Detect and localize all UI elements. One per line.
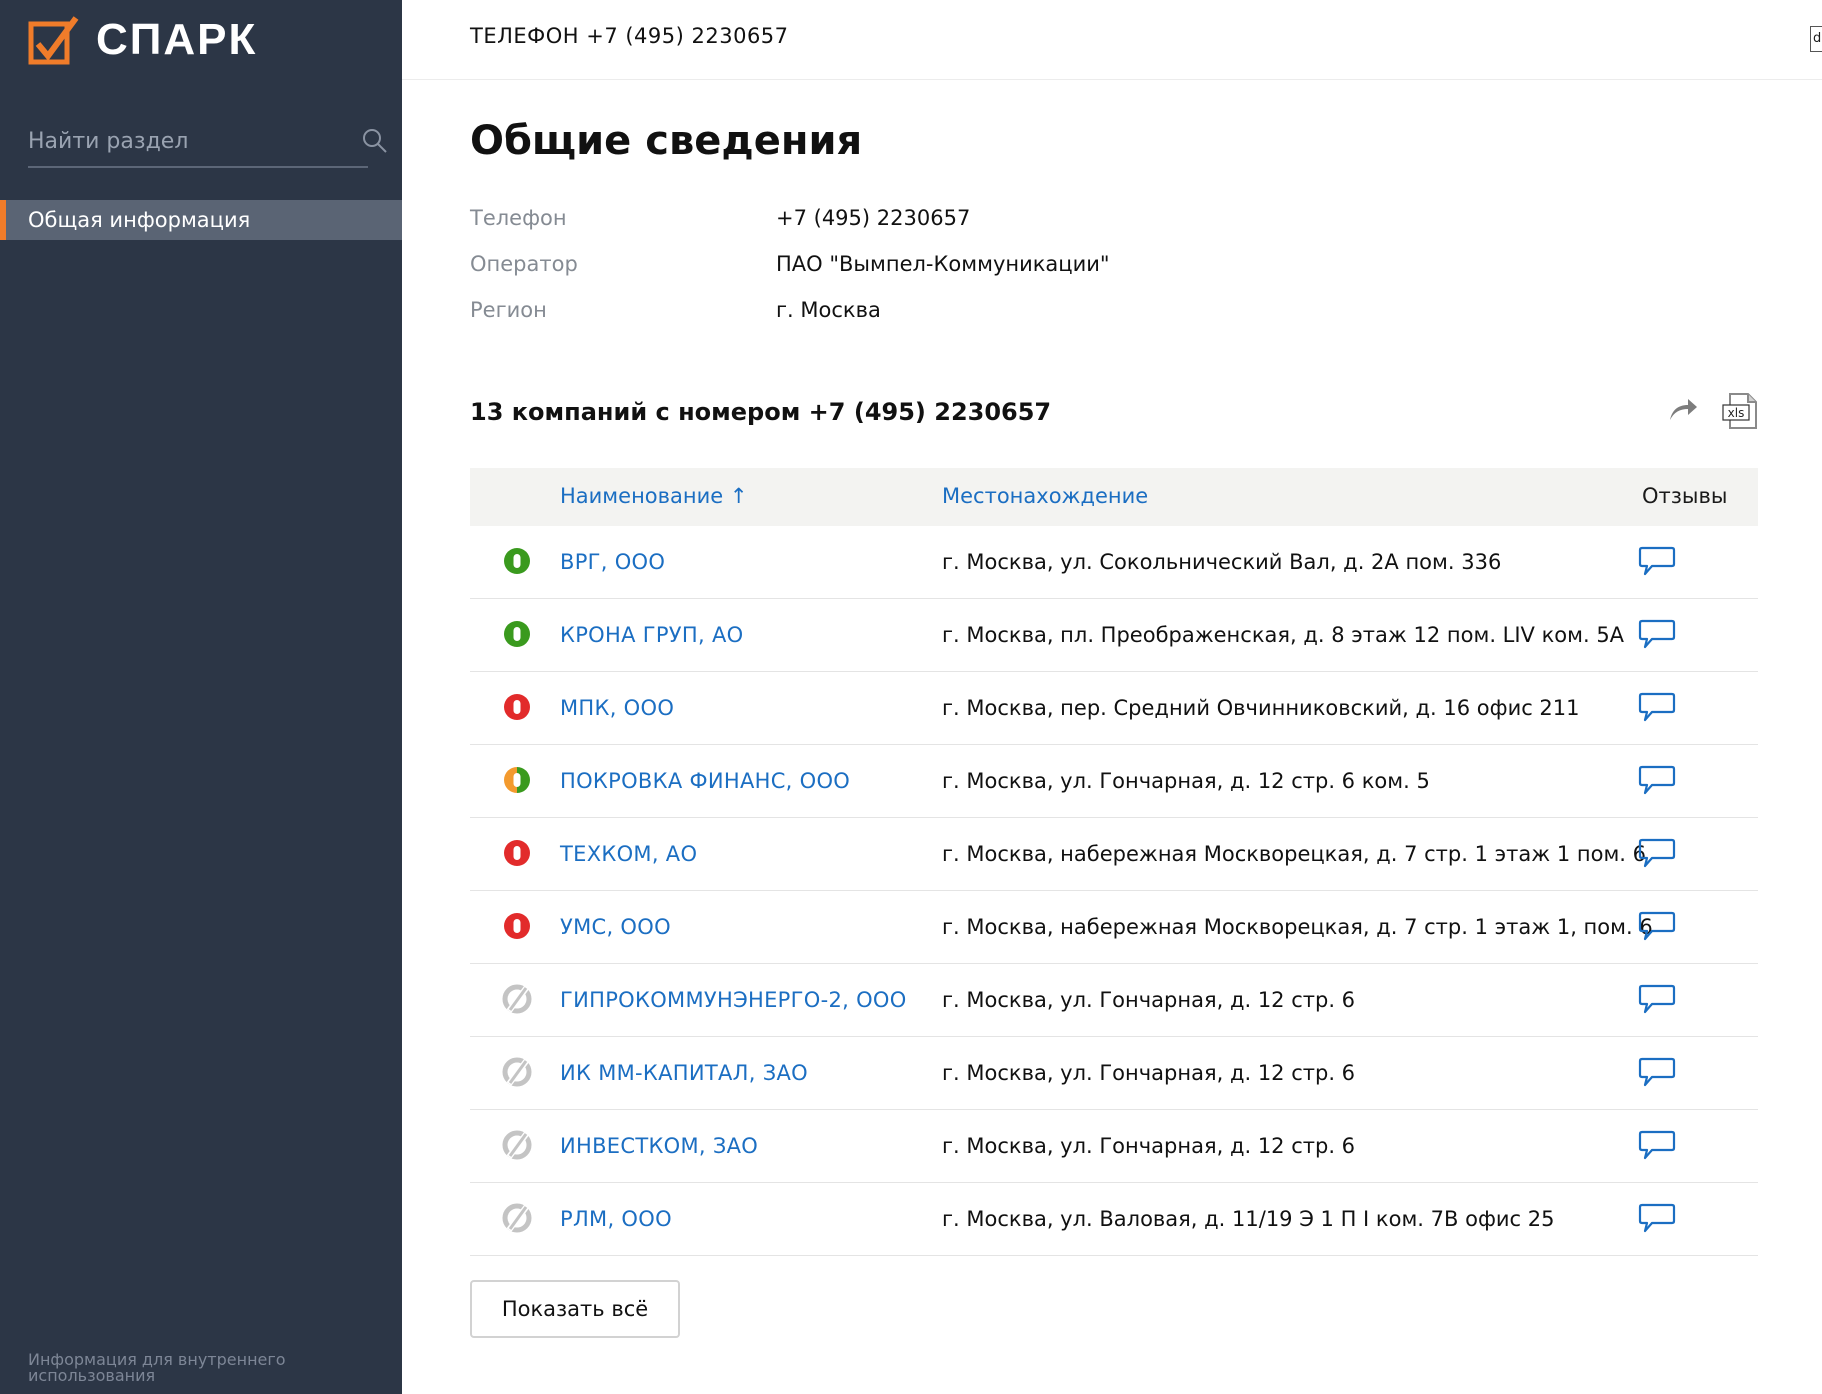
reviews-icon[interactable]: [1638, 1128, 1676, 1162]
show-all-button[interactable]: Показать всё: [470, 1280, 680, 1338]
xls-label: xls: [1728, 406, 1745, 420]
status-indicator-icon: [504, 913, 530, 939]
table-row: ТЕХКОМ, АО г. Москва, набережная Москворе…: [470, 818, 1758, 891]
table-row: КРОНА ГРУП, АО г. Москва, пл. Преображенс…: [470, 599, 1758, 672]
logo-mark-icon: [28, 16, 79, 65]
info-label: Телефон: [470, 206, 567, 230]
reviews-icon[interactable]: [1638, 617, 1676, 651]
company-name-link[interactable]: ИНВЕСТКОМ, ЗАО: [560, 1134, 758, 1158]
company-name-link[interactable]: УМС, ООО: [560, 915, 671, 939]
info-row-region: Регион г. Москва: [470, 298, 1170, 330]
company-name-link[interactable]: ПОКРОВКА ФИНАНС, ООО: [560, 769, 850, 793]
column-header-reviews: Отзывы: [1642, 484, 1728, 508]
logo-text: СПАРК: [96, 15, 258, 64]
company-location: г. Москва, ул. Валовая, д. 11/19 Э 1 П I…: [942, 1207, 1555, 1231]
company-location: г. Москва, пл. Преображенская, д. 8 этаж…: [942, 623, 1625, 647]
sidebar: СПАРК Общая информация Информация для вн…: [0, 0, 402, 1394]
xls-file-icon: xls: [1722, 393, 1757, 429]
header-mini-button[interactable]: d: [1810, 26, 1822, 52]
company-name-link[interactable]: ВРГ, ООО: [560, 550, 665, 574]
info-row-phone: Телефон +7 (495) 2230657: [470, 206, 1170, 238]
companies-table: Наименование ↑ Местонахождение Отзывы ВР…: [470, 468, 1758, 1256]
status-indicator-icon: [502, 984, 532, 1014]
status-indicator-icon: [504, 840, 530, 866]
info-value: ПАО "Вымпел-Коммуникации": [776, 252, 1110, 276]
search-icon[interactable]: [360, 126, 390, 156]
page-title: Общие сведения: [470, 118, 863, 164]
company-location: г. Москва, набережная Москворецкая, д. 7…: [942, 842, 1647, 866]
table-row: ИНВЕСТКОМ, ЗАО г. Москва, ул. Гончарная, …: [470, 1110, 1758, 1183]
reviews-icon[interactable]: [1638, 1055, 1676, 1089]
company-location: г. Москва, ул. Гончарная, д. 12 стр. 6: [942, 1061, 1356, 1085]
info-value: г. Москва: [776, 298, 881, 322]
export-xls-button[interactable]: xls: [1722, 392, 1758, 430]
table-row: ИК ММ-КАПИТАЛ, ЗАО г. Москва, ул. Гончарн…: [470, 1037, 1758, 1110]
column-header-location[interactable]: Местонахождение: [942, 484, 1148, 508]
sidebar-item-label: Общая информация: [28, 208, 251, 232]
status-indicator-icon: [502, 1203, 532, 1233]
share-icon[interactable]: [1666, 394, 1700, 424]
reviews-icon[interactable]: [1638, 1201, 1676, 1235]
company-location: г. Москва, ул. Гончарная, д. 12 стр. 6 к…: [942, 769, 1430, 793]
status-indicator-icon: [504, 621, 530, 647]
table-row: МПК, ООО г. Москва, пер. Средний Овчинник…: [470, 672, 1758, 745]
company-name-link[interactable]: РЛМ, ООО: [560, 1207, 672, 1231]
header-title: ТЕЛЕФОН +7 (495) 2230657: [470, 24, 789, 48]
table-row: ВРГ, ООО г. Москва, ул. Сокольнический Ва…: [470, 526, 1758, 599]
status-indicator-icon: [504, 694, 530, 720]
status-indicator-icon: [504, 767, 530, 793]
reviews-icon[interactable]: [1638, 690, 1676, 724]
reviews-icon[interactable]: [1638, 836, 1676, 870]
table-row: ГИПРОКОММУНЭНЕРГО-2, ООО г. Москва, ул. Г…: [470, 964, 1758, 1037]
company-name-link[interactable]: ИК ММ-КАПИТАЛ, ЗАО: [560, 1061, 808, 1085]
company-location: г. Москва, набережная Москворецкая, д. 7…: [942, 915, 1653, 939]
company-name-link[interactable]: ГИПРОКОММУНЭНЕРГО-2, ООО: [560, 988, 907, 1012]
table-row: УМС, ООО г. Москва, набережная Москворецк…: [470, 891, 1758, 964]
company-name-link[interactable]: МПК, ООО: [560, 696, 674, 720]
footer-note: Информация для внутреннего использования: [28, 1350, 286, 1385]
info-label: Оператор: [470, 252, 578, 276]
companies-title: 13 компаний с номером +7 (495) 2230657: [470, 398, 1052, 426]
logo[interactable]: СПАРК: [28, 10, 257, 70]
sidebar-item-general-info[interactable]: Общая информация: [0, 200, 402, 240]
status-indicator-icon: [502, 1130, 532, 1160]
reviews-icon[interactable]: [1638, 763, 1676, 797]
info-label: Регион: [470, 298, 547, 322]
reviews-icon[interactable]: [1638, 982, 1676, 1016]
company-location: г. Москва, ул. Гончарная, д. 12 стр. 6: [942, 1134, 1356, 1158]
section-search: [28, 118, 387, 168]
company-name-link[interactable]: ТЕХКОМ, АО: [560, 842, 697, 866]
info-row-operator: Оператор ПАО "Вымпел-Коммуникации": [470, 252, 1170, 284]
company-location: г. Москва, пер. Средний Овчинниковский, …: [942, 696, 1580, 720]
table-row: ПОКРОВКА ФИНАНС, ООО г. Москва, ул. Гонча…: [470, 745, 1758, 818]
column-header-name[interactable]: Наименование ↑: [560, 484, 747, 508]
info-value: +7 (495) 2230657: [776, 206, 971, 230]
section-search-input[interactable]: [28, 118, 328, 164]
table-row: РЛМ, ООО г. Москва, ул. Валовая, д. 11/19…: [470, 1183, 1758, 1256]
table-header: Наименование ↑ Местонахождение Отзывы: [470, 468, 1758, 526]
status-indicator-icon: [502, 1057, 532, 1087]
reviews-icon[interactable]: [1638, 909, 1676, 943]
table-body: ВРГ, ООО г. Москва, ул. Сокольнический Ва…: [470, 526, 1758, 1256]
status-indicator-icon: [504, 548, 530, 574]
reviews-icon[interactable]: [1638, 544, 1676, 578]
top-bar: ТЕЛЕФОН +7 (495) 2230657 d: [402, 0, 1822, 80]
company-location: г. Москва, ул. Гончарная, д. 12 стр. 6: [942, 988, 1356, 1012]
company-location: г. Москва, ул. Сокольнический Вал, д. 2А…: [942, 550, 1502, 574]
company-name-link[interactable]: КРОНА ГРУП, АО: [560, 623, 743, 647]
